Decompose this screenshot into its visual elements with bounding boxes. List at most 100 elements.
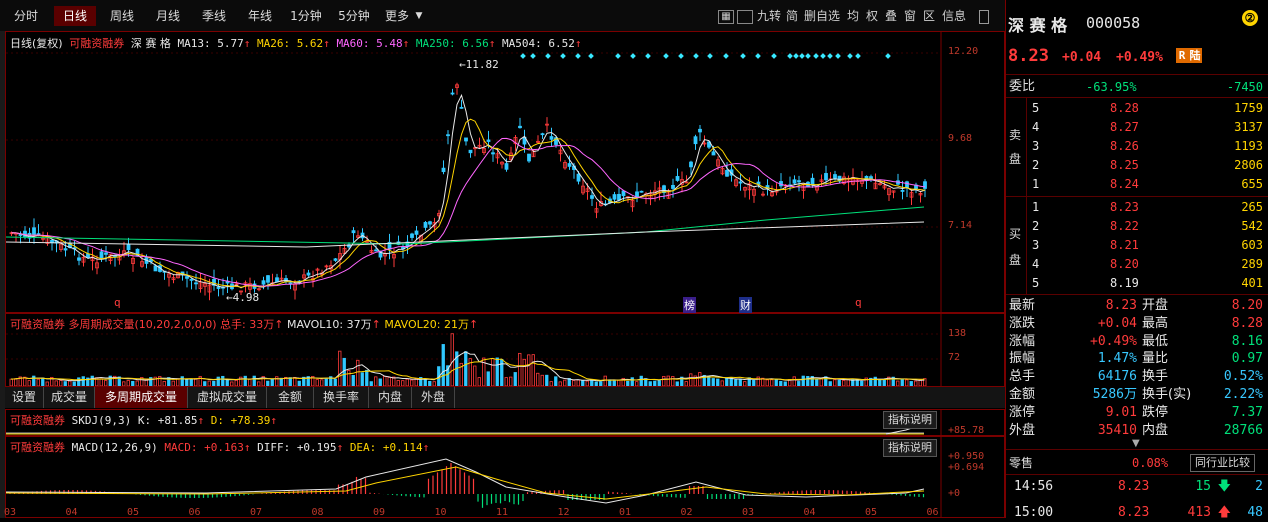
x-axis-month: 07	[250, 507, 263, 518]
bid-price[interactable]: 8.19	[1110, 274, 1139, 292]
x-axis-month: 09	[373, 507, 386, 518]
down-arrow-icon: 🡇	[1217, 479, 1231, 494]
bid-price[interactable]: 8.21	[1110, 236, 1139, 254]
stock-name: 深 赛 格	[1008, 16, 1068, 35]
badge-icon[interactable]: ②	[1242, 10, 1258, 26]
ask-level: 2	[1032, 158, 1040, 172]
ask-price[interactable]: 8.27	[1110, 118, 1139, 136]
ask-price[interactable]: 8.28	[1110, 99, 1139, 117]
stat-row: 涨停 9.01 跌停 7.37	[1006, 404, 1268, 422]
ask-price[interactable]: 8.26	[1110, 137, 1139, 155]
panel-toggle-icon[interactable]	[979, 10, 989, 24]
tool-range[interactable]: 区	[923, 8, 935, 24]
tab-quarterly[interactable]: 季线	[194, 6, 234, 26]
tab-daily[interactable]: 日线	[54, 6, 96, 26]
hk-connect-tag: 陆	[1188, 48, 1202, 63]
expand-arrow-icon[interactable]: ▼	[1132, 438, 1140, 449]
bid-row: 4 8.20 289	[1006, 255, 1268, 273]
ask-row: 3 8.26 1193	[1006, 137, 1268, 155]
tab-virtual-volume[interactable]: 虚拟成交量	[188, 387, 267, 408]
skdj-plot[interactable]	[6, 410, 1004, 435]
ask-price[interactable]: 8.24	[1110, 175, 1139, 193]
stat-value: 1.47%	[1097, 351, 1137, 367]
tab-yearly[interactable]: 年线	[240, 6, 280, 26]
bid-row: 1 8.23 265	[1006, 198, 1268, 216]
ask-price[interactable]: 8.25	[1110, 156, 1139, 174]
bid-price[interactable]: 8.20	[1110, 255, 1139, 273]
tab-5min[interactable]: 5分钟	[332, 6, 376, 26]
ask-volume: 655	[1241, 177, 1263, 191]
x-axis-month: 03	[742, 507, 755, 518]
stat-label: 总手	[1009, 369, 1036, 385]
x-axis-month: 12	[557, 507, 570, 518]
tool-window[interactable]: 窗	[904, 8, 916, 24]
tick-time: 15:00	[1014, 505, 1054, 520]
tool-overlay[interactable]: 叠	[885, 8, 897, 24]
ask-row: 1 8.24 655	[1006, 175, 1268, 193]
event-mark-ranking[interactable]: 榜	[683, 297, 696, 313]
x-axis-month: 02	[680, 507, 693, 518]
divider	[1006, 97, 1268, 98]
tool-average[interactable]: 均	[847, 8, 859, 24]
stat-row: 金额 5286万 换手(实) 2.22%	[1006, 386, 1268, 404]
tab-inner[interactable]: 内盘	[369, 387, 412, 408]
tab-more[interactable]: 更多	[382, 6, 412, 26]
tab-amount[interactable]: 金额	[267, 387, 314, 408]
bid-level: 5	[1032, 276, 1040, 290]
candlestick-plot[interactable]	[6, 32, 1004, 312]
grid-icon[interactable]: ▦	[718, 10, 734, 24]
tab-turnover[interactable]: 换手率	[314, 387, 369, 408]
stat-value: 8.16	[1231, 333, 1263, 349]
weibi-row: 委比 -63.95% -7450	[1006, 78, 1268, 96]
bid-volume: 265	[1241, 200, 1263, 214]
stat-value: 7.37	[1231, 404, 1263, 420]
event-mark-q[interactable]: q	[855, 296, 862, 309]
weibi-pct: -63.95%	[1086, 80, 1137, 94]
stat-value: +0.04	[1097, 315, 1137, 331]
stat-row: 涨跌 +0.04 最高 8.28	[1006, 315, 1268, 333]
tab-1min[interactable]: 1分钟	[284, 6, 328, 26]
bid-level: 4	[1032, 257, 1040, 271]
r-tag: R	[1176, 48, 1188, 63]
stat-value: 8.28	[1231, 315, 1263, 331]
tab-outer[interactable]: 外盘	[412, 387, 455, 408]
up-arrow-icon: 🡅	[1217, 505, 1231, 520]
tab-volume[interactable]: 成交量	[44, 387, 95, 408]
event-mark-q[interactable]: q	[114, 296, 121, 309]
macd-explain-button[interactable]: 指标说明	[883, 439, 937, 457]
macd-axis-label-2: +0.694	[948, 462, 985, 473]
tool-jiuzhuan[interactable]: 九转	[757, 8, 781, 24]
macd-plot[interactable]	[6, 437, 1004, 517]
x-axis-month: 10	[434, 507, 447, 518]
ask-level: 3	[1032, 139, 1040, 153]
tab-intraday[interactable]: 分时	[6, 6, 46, 26]
tab-weekly[interactable]: 周线	[100, 6, 144, 26]
industry-compare-button[interactable]: 同行业比较	[1190, 454, 1255, 472]
skdj-explain-button[interactable]: 指标说明	[883, 411, 937, 429]
tab-multi-period-volume[interactable]: 多周期成交量	[95, 387, 188, 408]
stat-value: +0.49%	[1090, 333, 1137, 349]
bid-price[interactable]: 8.22	[1110, 217, 1139, 235]
price-change: +0.04	[1062, 50, 1102, 65]
bid-level: 3	[1032, 238, 1040, 252]
bid-price[interactable]: 8.23	[1110, 198, 1139, 216]
bid-row: 2 8.22 542	[1006, 217, 1268, 235]
tool-remove-watchlist[interactable]: 删自选	[804, 8, 840, 24]
tab-monthly[interactable]: 月线	[148, 6, 188, 26]
macd-axis-label-1: +0.950	[948, 451, 985, 462]
tab-settings[interactable]: 设置	[5, 387, 44, 408]
last-price: 8.23	[1008, 46, 1049, 66]
event-mark-financial[interactable]: 财	[739, 297, 752, 313]
retail-pct: 0.08%	[1132, 456, 1169, 470]
x-axis-month: 06	[926, 507, 939, 518]
tool-info[interactable]: 信息	[942, 8, 966, 24]
tool-rights[interactable]: 权	[866, 8, 878, 24]
tool-simple[interactable]: 简	[786, 8, 798, 24]
stat-label: 开盘	[1142, 298, 1169, 313]
price-axis-label-mid: 9.68	[948, 133, 973, 144]
chevron-down-icon[interactable]: ▼	[413, 6, 425, 26]
tick-price: 8.23	[1118, 479, 1150, 494]
stat-label: 换手	[1142, 369, 1169, 385]
volume-plot[interactable]	[6, 314, 1004, 386]
window-icon[interactable]	[737, 10, 753, 24]
